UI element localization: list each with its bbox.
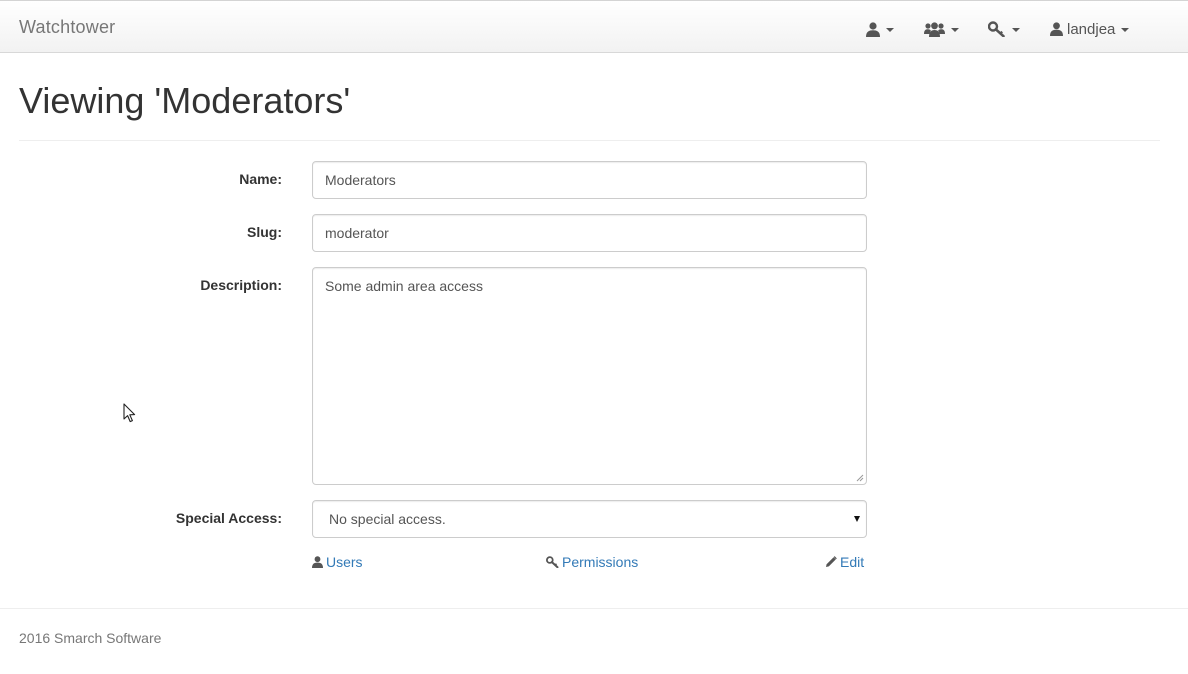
chevron-down-icon xyxy=(886,27,894,32)
description-value: Some admin area access xyxy=(325,278,483,294)
footer-divider xyxy=(0,608,1188,609)
name-field-value: Moderators xyxy=(325,172,396,188)
special-access-value: No special access. xyxy=(329,511,446,527)
brand-link[interactable]: Watchtower xyxy=(19,17,115,38)
slug-field[interactable]: moderator xyxy=(312,214,867,252)
permissions-link[interactable]: Permissions xyxy=(546,554,638,570)
special-access-select[interactable]: No special access. xyxy=(312,500,867,538)
users-link-label: Users xyxy=(326,554,363,570)
key-icon xyxy=(546,556,559,568)
top-navbar: Watchtower landjea xyxy=(0,0,1188,53)
nav-permissions-menu[interactable] xyxy=(988,19,1020,39)
mouse-cursor-icon xyxy=(123,403,136,423)
description-textarea[interactable]: Some admin area access xyxy=(312,267,867,485)
dropdown-arrow-icon xyxy=(854,516,860,522)
nav-username: landjea xyxy=(1067,20,1116,38)
users-link[interactable]: Users xyxy=(312,554,363,570)
edit-link[interactable]: Edit xyxy=(825,554,864,570)
slug-field-value: moderator xyxy=(325,225,389,241)
name-label: Name: xyxy=(239,171,282,187)
pencil-icon xyxy=(826,556,837,567)
page-title: Viewing 'Moderators' xyxy=(19,80,351,121)
nav-groups-menu[interactable] xyxy=(924,19,959,39)
special-access-label: Special Access: xyxy=(175,510,282,526)
user-icon xyxy=(312,556,323,568)
permissions-link-label: Permissions xyxy=(562,554,639,570)
key-icon xyxy=(988,21,1005,37)
name-field[interactable]: Moderators xyxy=(312,161,867,199)
description-label: Description: xyxy=(200,277,282,293)
chevron-down-icon xyxy=(951,27,959,32)
chevron-down-icon xyxy=(1012,27,1020,32)
nav-user-menu[interactable] xyxy=(866,19,894,39)
nav-account-menu[interactable]: landjea xyxy=(1050,19,1130,39)
users-icon xyxy=(924,21,945,37)
slug-label: Slug: xyxy=(247,224,282,240)
user-icon xyxy=(1050,22,1063,36)
chevron-down-icon xyxy=(1121,27,1130,32)
user-icon xyxy=(866,21,880,37)
resize-grip-icon[interactable] xyxy=(856,474,864,482)
title-divider xyxy=(19,140,1160,141)
footer-copyright: 2016 Smarch Software xyxy=(19,630,162,646)
edit-link-label: Edit xyxy=(840,554,865,570)
